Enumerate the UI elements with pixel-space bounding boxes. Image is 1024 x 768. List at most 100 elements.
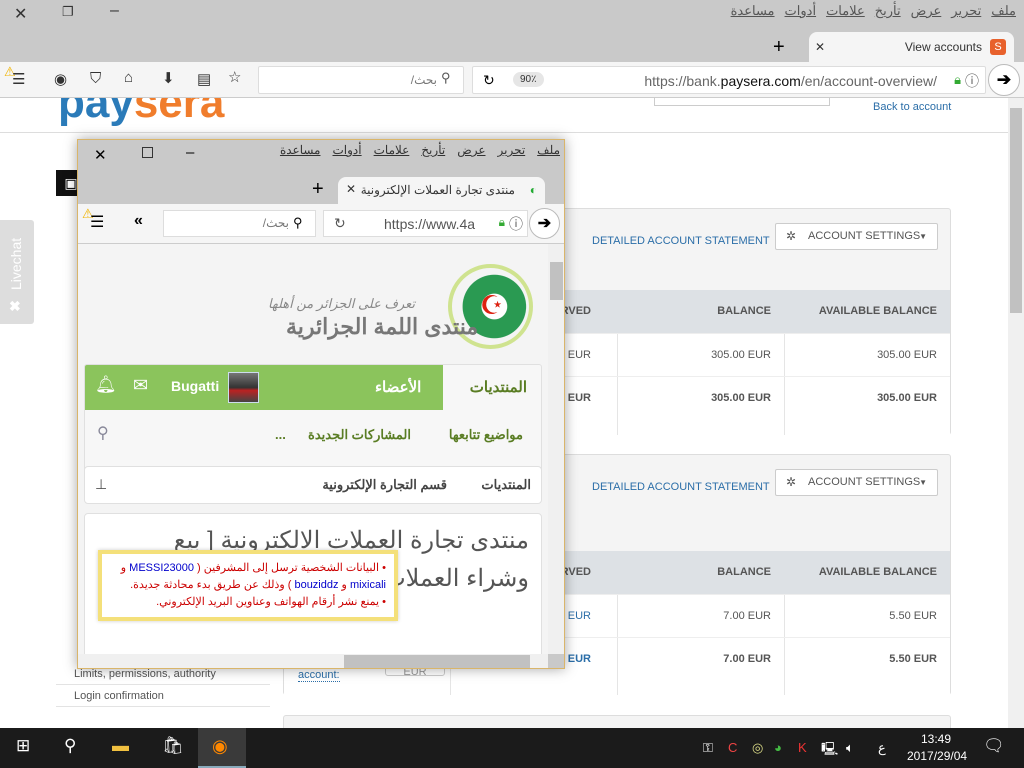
detailed-statement-link[interactable]: DETAILED ACCOUNT STATEMENT: [592, 235, 770, 247]
hamburger-menu-icon[interactable]: ☰: [12, 70, 25, 88]
breadcrumb-ecommerce[interactable]: قسم التجارة الإلكترونية: [322, 477, 447, 493]
crescent-star-icon: ☪: [480, 290, 504, 320]
link-followed-threads[interactable]: مواضيع تتابعها: [449, 427, 523, 443]
close-window-icon[interactable]: ✕: [94, 146, 107, 164]
cell-available: 305.00 EUR: [877, 349, 937, 361]
menu-file[interactable]: ملف: [991, 3, 1016, 19]
close-window-icon[interactable]: ✕: [14, 4, 27, 24]
page-scrollbar-thumb[interactable]: [1010, 108, 1022, 313]
file-explorer-icon[interactable]: ▬: [112, 736, 129, 756]
restore-window-icon[interactable]: ❐: [62, 4, 74, 20]
clock-date[interactable]: 2017/29/04: [907, 749, 967, 763]
scrollbar-thumb[interactable]: [344, 655, 530, 668]
maximize-window-icon[interactable]: [142, 147, 153, 158]
cell-available: 5.50 EUR: [889, 610, 937, 622]
nav-members[interactable]: الأعضاء: [375, 378, 421, 396]
detailed-statement-link[interactable]: DETAILED ACCOUNT STATEMENT: [592, 481, 770, 493]
action-center-icon[interactable]: 🗨︎: [983, 736, 1005, 756]
scrollbar-thumb[interactable]: [550, 262, 563, 300]
popup-vertical-scrollbar[interactable]: [548, 244, 564, 654]
search-icon[interactable]: ⚲: [97, 423, 109, 443]
firefox-taskbar-button[interactable]: ◉: [198, 728, 246, 768]
download-manager-icon[interactable]: ◕: [774, 740, 782, 755]
tab-view-accounts[interactable]: ✕ View accounts S: [809, 32, 1014, 62]
home-icon[interactable]: ⌂: [124, 69, 133, 86]
popup-horizontal-scrollbar[interactable]: [78, 654, 548, 668]
link-more[interactable]: ...: [275, 427, 286, 442]
url-bar[interactable]: ↻ https://www.4a 🔒︎ ⓘ: [323, 210, 528, 237]
back-to-account-link[interactable]: Back to account: [873, 101, 951, 113]
user-avatar[interactable]: [228, 372, 259, 403]
close-tab-icon[interactable]: ✕: [346, 182, 356, 196]
menu-edit[interactable]: تحرير: [951, 3, 981, 19]
thread-title-line-2: وشراء العملات: [383, 565, 529, 592]
account-settings-button[interactable]: ✲ ACCOUNT SETTINGS ▼: [775, 223, 938, 250]
bell-icon[interactable]: 🔔︎: [95, 375, 117, 395]
close-tab-icon[interactable]: ✕: [815, 40, 825, 54]
volume-icon[interactable]: 🔈︎: [846, 740, 854, 756]
menu-view[interactable]: عرض: [911, 3, 942, 19]
sidebar-item-login-confirmation[interactable]: Login confirmation: [56, 685, 270, 707]
vpn-icon[interactable]: ⚿: [703, 740, 713, 756]
library-icon[interactable]: ▤: [197, 70, 211, 88]
menu-history[interactable]: تأريخ: [875, 3, 901, 19]
language-indicator[interactable]: ع: [878, 740, 886, 756]
menu-tools[interactable]: أدوات: [785, 3, 817, 19]
notice-line-1: • البيانات الشخصية ترسل إلى المشرفين ( M…: [110, 560, 386, 577]
kaspersky-icon[interactable]: K: [798, 740, 807, 755]
gear-icon: ✲: [786, 475, 797, 489]
moderator-link[interactable]: MESSI23000: [129, 562, 194, 574]
menu-edit[interactable]: تحرير: [498, 143, 526, 157]
menu-history[interactable]: تأريخ: [421, 143, 445, 157]
store-icon[interactable]: 🛍︎: [162, 736, 184, 756]
nav-forums[interactable]: المنتديات: [470, 378, 527, 396]
network-icon[interactable]: 🖳: [821, 740, 838, 762]
account-settings-button[interactable]: ✲ ACCOUNT SETTINGS ▼: [775, 469, 938, 496]
search-icon[interactable]: ⚲: [64, 736, 76, 756]
bookmark-star-icon[interactable]: ☆: [228, 68, 241, 86]
menu-bookmarks[interactable]: علامات: [374, 143, 410, 157]
hamburger-menu-icon[interactable]: ☰: [90, 212, 104, 232]
pocket-icon[interactable]: ⛉: [90, 70, 101, 87]
menu-help[interactable]: مساعدة: [731, 3, 775, 19]
moderator-link[interactable]: bouziddz: [294, 579, 338, 591]
reload-icon[interactable]: ↻: [334, 215, 346, 232]
account-link[interactable]: account:: [298, 669, 340, 682]
logo-part-a: pay: [58, 98, 134, 127]
new-tab-button[interactable]: +: [773, 36, 785, 59]
info-icon[interactable]: ⓘ: [509, 214, 523, 234]
menu-help[interactable]: مساعدة: [280, 143, 321, 157]
link-new-posts[interactable]: المشاركات الجديدة: [308, 427, 411, 443]
mail-icon[interactable]: ✉: [133, 375, 148, 396]
new-tab-button[interactable]: +: [312, 178, 324, 201]
lock-icon[interactable]: 🔒︎: [954, 72, 961, 88]
moderator-link[interactable]: mixicali: [350, 579, 386, 591]
ccleaner-icon[interactable]: C: [728, 740, 737, 755]
breadcrumb-forums[interactable]: المنتديات: [481, 477, 531, 493]
download-icon[interactable]: ⬇: [162, 69, 175, 87]
reload-icon[interactable]: ↻: [483, 72, 495, 89]
livechat-tab[interactable]: Livechat ✖: [0, 220, 34, 324]
menu-tools[interactable]: أدوات: [333, 143, 362, 157]
search-input[interactable]: بحث/: [258, 66, 464, 94]
windows-start-icon[interactable]: ⊞: [16, 736, 30, 756]
url-bar[interactable]: ↻ 90٪ https://bank.paysera.com/en/accoun…: [472, 66, 986, 94]
clock-time[interactable]: 13:49: [921, 732, 951, 746]
username[interactable]: Bugatti: [171, 378, 219, 394]
overflow-chevron-icon[interactable]: «: [134, 212, 143, 230]
rules-notice: • البيانات الشخصية ترسل إلى المشرفين ( M…: [98, 550, 398, 621]
tab-forum[interactable]: منتدى تجارة العملات الإلكترونية ◐ ✕: [338, 177, 545, 205]
info-icon[interactable]: ⓘ: [965, 71, 979, 91]
go-forward-button[interactable]: ➔: [529, 208, 560, 239]
minimize-window-icon[interactable]: –: [186, 144, 194, 161]
zoom-level[interactable]: 90٪: [513, 72, 544, 87]
minimize-window-icon[interactable]: –: [110, 2, 119, 20]
sitemap-icon[interactable]: ⊥: [95, 476, 107, 493]
lock-icon[interactable]: 🔒︎: [499, 215, 505, 230]
go-forward-button[interactable]: ➔: [988, 64, 1020, 96]
disc-icon[interactable]: ◎: [752, 740, 763, 756]
menu-file[interactable]: ملف: [537, 143, 560, 157]
menu-bookmarks[interactable]: علامات: [826, 3, 865, 19]
eye-icon[interactable]: ◉: [54, 70, 67, 88]
menu-view[interactable]: عرض: [457, 143, 485, 157]
